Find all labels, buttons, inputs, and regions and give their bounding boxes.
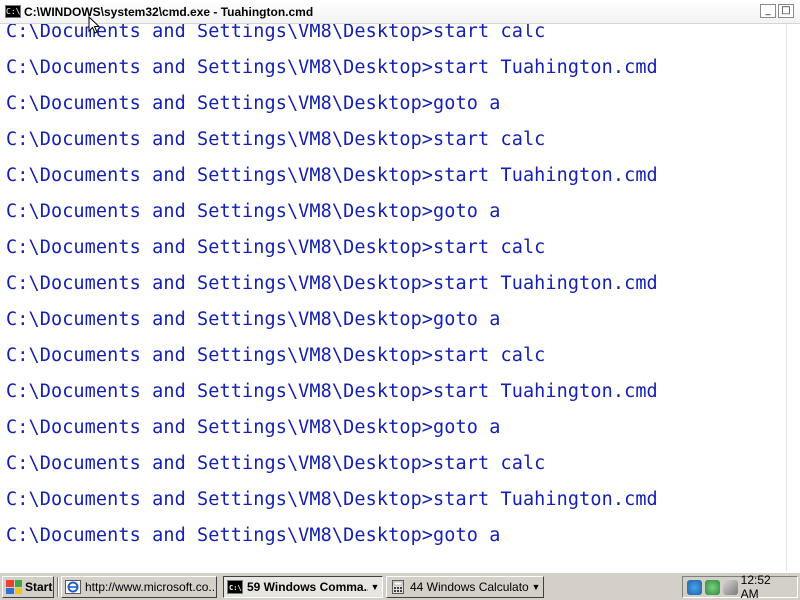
taskbar-separator [57,577,59,597]
speaker-icon[interactable] [722,579,738,595]
sync-icon[interactable] [704,579,720,595]
console-line: C:\Documents and Settings\VM8\Desktop>st… [6,24,546,42]
console-line: C:\Documents and Settings\VM8\Desktop>st… [6,57,658,78]
network-icon[interactable] [687,579,702,595]
system-tray: 12:52 AM [682,573,798,600]
taskbar-button-label: 59 Windows Comma... [247,580,368,594]
svg-text:C:\: C:\ [229,584,242,592]
console-line: C:\Documents and Settings\VM8\Desktop>go… [6,309,501,330]
start-label: Start [25,580,53,594]
taskbar: Start http://www.microsoft.co... C:\ 59 … [0,572,800,600]
console-line: C:\Documents and Settings\VM8\Desktop>st… [6,273,658,294]
maximize-button[interactable]: □ [778,4,794,18]
console-line: C:\Documents and Settings\VM8\Desktop>go… [6,93,501,114]
console-line: C:\Documents and Settings\VM8\Desktop>st… [6,489,658,510]
taskbar-button-browser[interactable]: http://www.microsoft.co... [61,576,217,598]
taskbar-button-label: 44 Windows Calculator [410,580,529,594]
console-output[interactable]: C:\Documents and Settings\VM8\Desktop>st… [0,24,786,572]
windows-logo-icon [6,580,22,594]
internet-explorer-icon [65,580,81,594]
console-line: C:\Documents and Settings\VM8\Desktop>go… [6,525,501,546]
start-button[interactable]: Start [2,576,54,598]
console-line: C:\Documents and Settings\VM8\Desktop>st… [6,345,546,366]
taskbar-button-label: http://www.microsoft.co... [85,580,216,594]
title-bar[interactable]: C:\ C:\WINDOWS\system32\cmd.exe - Tuahin… [0,0,800,24]
window-title: C:\WINDOWS\system32\cmd.exe - Tuahington… [24,5,314,19]
console-line: C:\Documents and Settings\VM8\Desktop>st… [6,453,546,474]
taskbar-button-calculator[interactable]: 44 Windows Calculator ▼ [386,576,544,598]
console-window: C:\ C:\WINDOWS\system32\cmd.exe - Tuahin… [0,0,800,572]
mouse-pointer-icon [88,16,100,34]
vertical-scrollbar[interactable] [786,24,800,572]
cmd-icon[interactable]: C:\ [5,5,21,18]
taskbar-button-command-prompt[interactable]: C:\ 59 Windows Comma... ▼ [223,576,383,598]
clock[interactable]: 12:52 AM [741,573,791,600]
console-line: C:\Documents and Settings\VM8\Desktop>st… [6,165,658,186]
cmd-icon: C:\ [227,580,243,594]
console-line: C:\Documents and Settings\VM8\Desktop>st… [6,237,546,258]
console-line: C:\Documents and Settings\VM8\Desktop>go… [6,417,501,438]
console-line: C:\Documents and Settings\VM8\Desktop>st… [6,381,658,402]
window-controls: _ □ [760,4,794,18]
minimize-button[interactable]: _ [760,4,776,18]
console-line: C:\Documents and Settings\VM8\Desktop>st… [6,129,546,150]
console-lines: C:\Documents and Settings\VM8\Desktop>st… [6,24,658,563]
calculator-icon [392,580,404,594]
console-line: C:\Documents and Settings\VM8\Desktop>go… [6,201,501,222]
dropdown-arrow-icon[interactable]: ▼ [368,582,382,592]
dropdown-arrow-icon[interactable]: ▼ [529,582,543,592]
